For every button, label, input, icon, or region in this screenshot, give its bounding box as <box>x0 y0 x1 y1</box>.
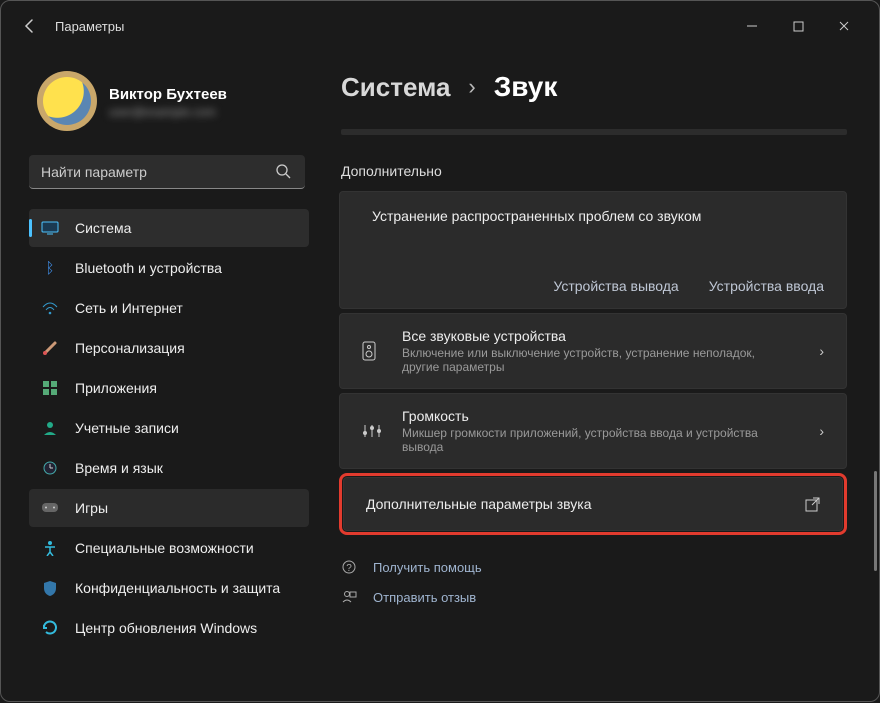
mixer-icon <box>362 423 384 439</box>
nav-list: Система ᛒ Bluetooth и устройства Сеть и И… <box>29 209 309 647</box>
window-title: Параметры <box>55 19 124 34</box>
sidebar-item-label: Специальные возможности <box>75 540 254 556</box>
sidebar-item-system[interactable]: Система <box>29 209 309 247</box>
sidebar-item-accounts[interactable]: Учетные записи <box>29 409 309 447</box>
row-sub: Включение или выключение устройств, устр… <box>402 346 782 374</box>
search-input[interactable] <box>29 155 305 189</box>
main-content: Система › Звук Дополнительно Устранение … <box>321 51 879 703</box>
sidebar-item-label: Приложения <box>75 380 157 396</box>
apps-icon <box>41 379 59 397</box>
chevron-right-icon: › <box>819 423 824 439</box>
page-title: Звук <box>494 71 558 103</box>
card-more-sound-settings[interactable]: Дополнительные параметры звука <box>343 477 843 531</box>
feedback-link[interactable]: Отправить отзыв <box>341 589 847 605</box>
clock-icon <box>41 459 59 477</box>
sidebar-item-personalization[interactable]: Персонализация <box>29 329 309 367</box>
sidebar-item-label: Сеть и Интернет <box>75 300 183 316</box>
maximize-button[interactable] <box>775 9 821 43</box>
shield-icon <box>41 579 59 597</box>
search-icon <box>275 163 291 179</box>
output-devices-button[interactable]: Устройства вывода <box>553 278 678 294</box>
card-volume[interactable]: Громкость Микшер громкости приложений, у… <box>339 393 847 469</box>
help-icon: ? <box>341 559 359 575</box>
row-title: Громкость <box>402 408 801 424</box>
section-label: Дополнительно <box>339 163 847 179</box>
accessibility-icon <box>41 539 59 557</box>
sidebar-item-accessibility[interactable]: Специальные возможности <box>29 529 309 567</box>
user-name: Виктор Бухтеев <box>109 86 229 103</box>
avatar <box>37 71 97 131</box>
divider <box>341 129 847 135</box>
row-sub: Микшер громкости приложений, устройства … <box>402 426 782 454</box>
card-troubleshoot: Устранение распространенных проблем со з… <box>339 191 847 309</box>
sidebar-item-label: Время и язык <box>75 460 163 476</box>
title-bar: Параметры <box>1 1 879 51</box>
brush-icon <box>41 339 59 357</box>
chevron-right-icon: › <box>468 74 475 100</box>
card-all-devices[interactable]: Все звуковые устройства Включение или вы… <box>339 313 847 389</box>
minimize-button[interactable] <box>729 9 775 43</box>
sidebar-item-label: Учетные записи <box>75 420 179 436</box>
get-help-link[interactable]: ? Получить помощь <box>341 559 847 575</box>
sidebar-item-label: Центр обновления Windows <box>75 620 257 636</box>
row-title: Дополнительные параметры звука <box>366 496 787 512</box>
link-label: Получить помощь <box>373 560 482 575</box>
profile[interactable]: Виктор Бухтеев user@example.com <box>29 51 309 155</box>
scrollbar[interactable] <box>874 471 877 571</box>
link-label: Отправить отзыв <box>373 590 476 605</box>
sidebar-item-label: Bluetooth и устройства <box>75 260 222 276</box>
chevron-right-icon: › <box>819 343 824 359</box>
close-button[interactable] <box>821 9 867 43</box>
sidebar-item-network[interactable]: Сеть и Интернет <box>29 289 309 327</box>
person-icon <box>41 419 59 437</box>
highlight-box: Дополнительные параметры звука <box>339 473 847 535</box>
speaker-icon <box>362 341 384 361</box>
sidebar-item-label: Игры <box>75 500 108 516</box>
sidebar-item-update[interactable]: Центр обновления Windows <box>29 609 309 647</box>
sidebar-item-gaming[interactable]: Игры <box>29 489 309 527</box>
monitor-icon <box>41 219 59 237</box>
svg-text:?: ? <box>346 563 352 574</box>
breadcrumb-parent[interactable]: Система <box>341 72 450 103</box>
external-link-icon <box>805 497 820 512</box>
sidebar: Виктор Бухтеев user@example.com Система … <box>1 51 321 703</box>
input-devices-button[interactable]: Устройства ввода <box>709 278 824 294</box>
sidebar-item-label: Система <box>75 220 131 236</box>
row-title: Все звуковые устройства <box>402 328 801 344</box>
sidebar-item-time[interactable]: Время и язык <box>29 449 309 487</box>
gamepad-icon <box>41 499 59 517</box>
sidebar-item-bluetooth[interactable]: ᛒ Bluetooth и устройства <box>29 249 309 287</box>
sidebar-item-apps[interactable]: Приложения <box>29 369 309 407</box>
sidebar-item-label: Конфиденциальность и защита <box>75 580 280 596</box>
feedback-icon <box>341 589 359 605</box>
wifi-icon <box>41 299 59 317</box>
footer-links: ? Получить помощь Отправить отзыв <box>339 559 847 605</box>
user-email: user@example.com <box>109 105 216 119</box>
update-icon <box>41 619 59 637</box>
back-button[interactable] <box>13 9 47 43</box>
sidebar-item-privacy[interactable]: Конфиденциальность и защита <box>29 569 309 607</box>
troubleshoot-title: Устранение распространенных проблем со з… <box>372 208 824 224</box>
breadcrumb: Система › Звук <box>339 71 847 103</box>
sidebar-item-label: Персонализация <box>75 340 185 356</box>
bluetooth-icon: ᛒ <box>41 259 59 277</box>
